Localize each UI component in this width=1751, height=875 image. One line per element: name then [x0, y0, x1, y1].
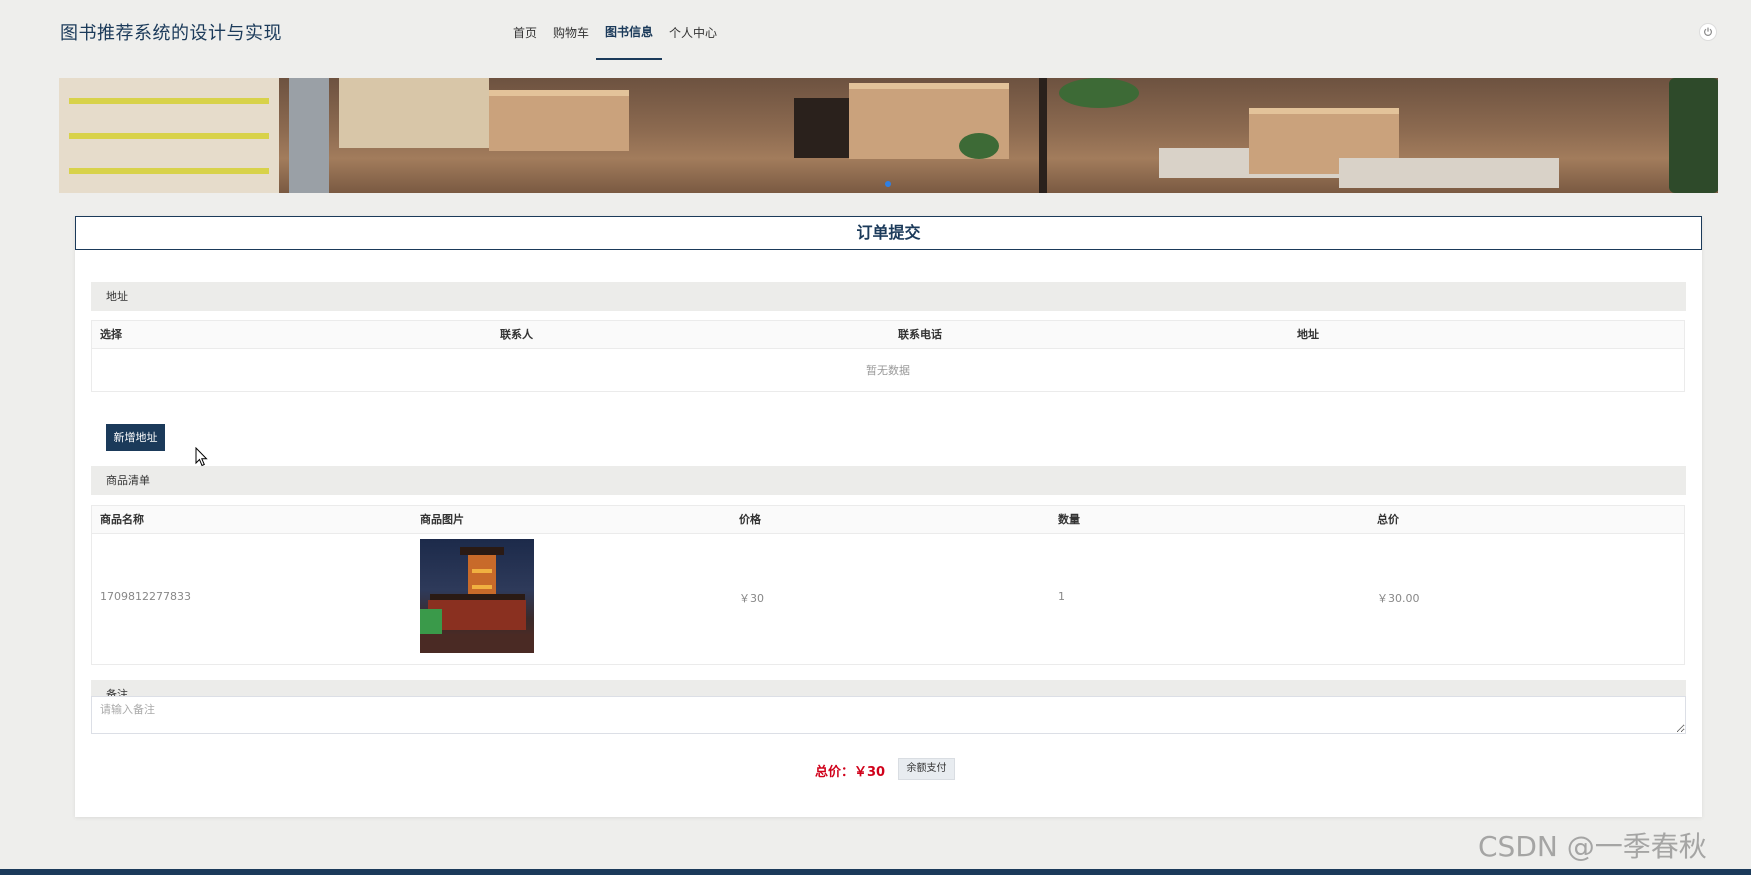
add-address-button[interactable]: 新增地址 — [106, 424, 165, 451]
balance-pay-button[interactable]: 余额支付 — [898, 758, 955, 780]
table-row: 1709812277833 ￥30 1 ￥30.00 — [92, 534, 1684, 664]
column-header: 商品图片 — [420, 513, 464, 526]
goods-quantity-cell: 1 — [1058, 590, 1065, 603]
banner-books — [69, 133, 269, 139]
banner-shelf-frame — [1039, 78, 1047, 193]
pagoda-roof — [460, 547, 504, 555]
top-header: 图书推荐系统的设计与实现 首页 购物车 图书信息 个人中心 — [0, 0, 1751, 70]
column-header: 地址 — [1297, 328, 1319, 341]
goods-image — [420, 539, 534, 653]
column-header: 联系电话 — [898, 328, 942, 341]
gate-building — [428, 600, 526, 630]
address-section-header: 地址 — [91, 282, 1686, 311]
banner-carousel[interactable] — [59, 78, 1718, 193]
main-nav: 首页 购物车 图书信息 个人中心 — [505, 0, 725, 60]
goods-price-cell: ￥30 — [739, 592, 764, 605]
banner-dark-cube — [794, 98, 854, 158]
banner-shelf — [339, 78, 489, 148]
order-panel: 订单提交 地址 选择 联系人 联系电话 地址 暂无数据 新增地址 商品清单 商品… — [75, 216, 1702, 817]
order-total: 总价：￥30 — [815, 765, 886, 780]
nav-book-info[interactable]: 图书信息 — [596, 0, 663, 60]
goods-total-cell: ￥30.00 — [1377, 592, 1420, 605]
column-header: 商品名称 — [100, 513, 144, 526]
pagoda-lights — [472, 569, 492, 573]
nav-home[interactable]: 首页 — [505, 0, 545, 60]
banner-plant — [1059, 78, 1139, 108]
goods-table: 商品名称 商品图片 价格 数量 总价 1709812277833 ￥30 1 ￥… — [91, 505, 1685, 665]
footer-bar — [0, 869, 1751, 875]
goods-section-header: 商品清单 — [91, 466, 1686, 495]
nav-personal-center[interactable]: 个人中心 — [661, 0, 725, 60]
remark-input[interactable] — [91, 696, 1686, 734]
mouse-cursor-icon — [195, 447, 208, 467]
column-header: 总价 — [1377, 513, 1399, 526]
logout-button[interactable] — [1699, 23, 1717, 41]
pagoda-lights — [472, 585, 492, 589]
site-title: 图书推荐系统的设计与实现 — [60, 23, 282, 44]
empty-state-text: 暂无数据 — [866, 364, 910, 377]
banner-plant — [1669, 78, 1718, 193]
column-header: 数量 — [1058, 513, 1080, 526]
goods-table-header: 商品名称 商品图片 价格 数量 总价 — [92, 506, 1684, 534]
street-crowd — [420, 634, 534, 653]
nav-cart[interactable]: 购物车 — [545, 0, 597, 60]
banner-book-pile — [1339, 158, 1559, 188]
banner-books — [69, 98, 269, 104]
banner-books — [69, 168, 269, 174]
carousel-indicator[interactable] — [885, 181, 891, 187]
column-header: 选择 — [100, 328, 122, 341]
banner-table — [489, 90, 629, 151]
address-table-header: 选择 联系人 联系电话 地址 — [92, 321, 1684, 349]
remark-section-header: 备注 — [91, 680, 1686, 696]
goods-name-cell: 1709812277833 — [100, 590, 191, 603]
watermark: CSDN @一季春秋 — [1478, 830, 1707, 863]
column-header: 联系人 — [500, 328, 533, 341]
power-icon — [1704, 27, 1712, 36]
banner-shelf — [289, 78, 329, 193]
banner-plant — [959, 133, 999, 159]
column-header: 价格 — [739, 513, 761, 526]
page-title: 订单提交 — [75, 216, 1702, 250]
address-table: 选择 联系人 联系电话 地址 暂无数据 — [91, 320, 1685, 392]
